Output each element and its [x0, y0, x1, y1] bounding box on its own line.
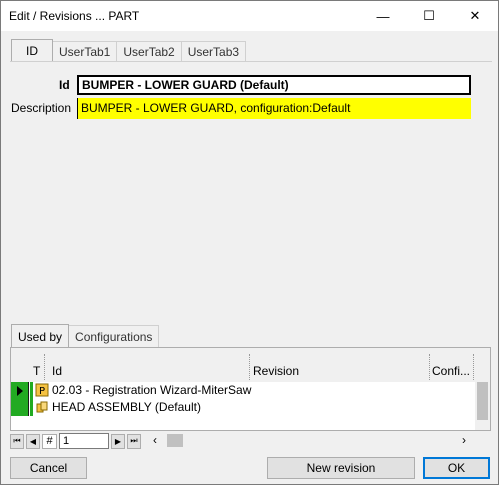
- title-bar: Edit / Revisions ... PART — ☐ ✕: [1, 1, 498, 31]
- assembly-icon: [36, 401, 48, 413]
- prev-record-icon[interactable]: ◀: [26, 433, 40, 449]
- window-title: Edit / Revisions ... PART: [9, 9, 140, 23]
- tab-used-by[interactable]: Used by: [11, 324, 70, 348]
- svg-text:P: P: [39, 386, 45, 397]
- id-field[interactable]: BUMPER - LOWER GUARD (Default): [77, 75, 471, 95]
- column-separator[interactable]: [249, 354, 250, 380]
- row-selector-icon[interactable]: [11, 382, 29, 399]
- first-record-icon[interactable]: ⏮: [10, 433, 24, 449]
- column-separator[interactable]: [429, 354, 430, 380]
- record-number-label: #: [42, 433, 57, 449]
- next-record-icon[interactable]: ▶: [111, 433, 125, 449]
- tab-usertab3[interactable]: UserTab3: [180, 41, 247, 61]
- tab-usertab2[interactable]: UserTab2: [116, 41, 182, 61]
- tab-configurations[interactable]: Configurations: [68, 325, 160, 347]
- part-drawing-icon: P: [35, 383, 49, 397]
- vertical-scrollbar[interactable]: [475, 382, 490, 430]
- id-label: Id: [59, 78, 70, 92]
- table-row[interactable]: HEAD ASSEMBLY (Default): [11, 399, 490, 416]
- ok-button[interactable]: OK: [423, 457, 490, 479]
- column-separator[interactable]: [473, 354, 474, 380]
- column-separator[interactable]: [44, 354, 45, 380]
- description-label: Description: [11, 101, 72, 115]
- grid-header: T Id Revision Confi...: [11, 348, 490, 382]
- page-number-input[interactable]: 1: [59, 433, 109, 449]
- maximize-icon[interactable]: ☐: [406, 1, 452, 31]
- row-marker: [30, 399, 33, 416]
- dialog-window: Edit / Revisions ... PART — ☐ ✕ ID UserT…: [0, 0, 499, 485]
- new-revision-button[interactable]: New revision: [267, 457, 415, 479]
- description-field[interactable]: BUMPER - LOWER GUARD, configuration:Defa…: [77, 98, 471, 119]
- horizontal-scrollbar-thumb[interactable]: [167, 434, 183, 447]
- col-header-id[interactable]: Id: [52, 364, 62, 378]
- cell-id: 02.03 - Registration Wizard-MiterSaw: [52, 383, 252, 397]
- bottom-tab-strip: Used by Configurations: [11, 323, 160, 348]
- col-header-config[interactable]: Confi...: [432, 364, 470, 378]
- top-tab-strip: ID UserTab1 UserTab2 UserTab3: [11, 39, 247, 62]
- scroll-left-icon[interactable]: ‹: [153, 433, 157, 447]
- col-header-type[interactable]: T: [33, 364, 40, 378]
- used-by-grid: T Id Revision Confi... P 02.03 - Registr…: [10, 347, 491, 431]
- minimize-icon[interactable]: —: [360, 1, 406, 31]
- scrollbar-thumb[interactable]: [477, 382, 488, 420]
- cancel-button[interactable]: Cancel: [10, 457, 87, 479]
- cell-id: HEAD ASSEMBLY (Default): [52, 400, 201, 414]
- row-marker: [30, 382, 33, 399]
- row-selector-icon[interactable]: [11, 399, 29, 416]
- tab-id[interactable]: ID: [11, 39, 53, 62]
- close-icon[interactable]: ✕: [452, 1, 498, 31]
- last-record-icon[interactable]: ⏭: [127, 433, 141, 449]
- table-row[interactable]: P 02.03 - Registration Wizard-MiterSaw: [11, 382, 490, 399]
- scroll-right-icon[interactable]: ›: [462, 433, 466, 447]
- tab-usertab1[interactable]: UserTab1: [52, 41, 118, 61]
- record-navigator: ⏮ ◀ # 1 ▶ ⏭: [10, 433, 143, 449]
- col-header-revision[interactable]: Revision: [253, 364, 299, 378]
